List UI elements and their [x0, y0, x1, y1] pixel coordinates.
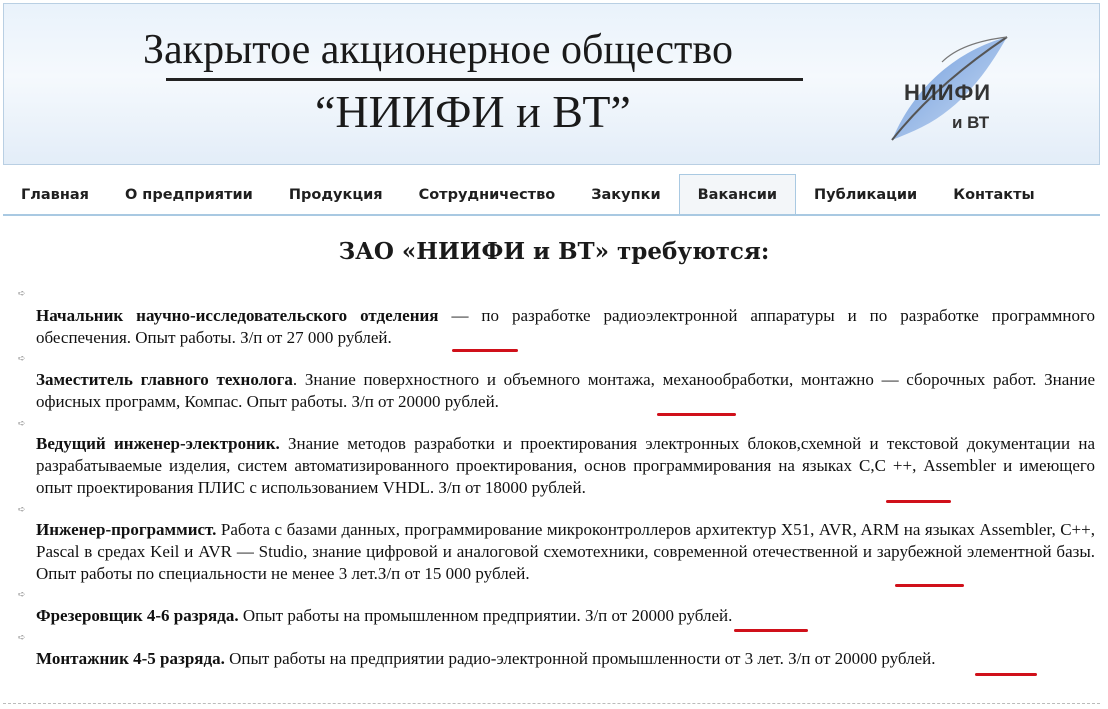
banner-divider: [166, 78, 803, 81]
banner-title-line2: “НИИФИ и ВТ”: [315, 86, 631, 137]
vacancy-title: Монтажник 4-5 разряда.: [36, 649, 225, 668]
salary-highlight: [975, 673, 1037, 676]
nav-item-about[interactable]: О предприятии: [107, 176, 271, 214]
logo-text-main: НИИФИ: [904, 80, 992, 105]
salary-highlight: [886, 500, 951, 503]
nav-item-contacts[interactable]: Контакты: [935, 176, 1052, 214]
vacancy-description: Опыт работы на предприятии радио-электро…: [224, 649, 936, 668]
vacancy-item: Фрезеровщик 4-6 разряда. Опыт работы на …: [36, 605, 1095, 627]
vacancy-item: Ведущий инженер-электроник. Знание метод…: [36, 433, 1095, 499]
nav-item-vacancies[interactable]: Вакансии: [678, 174, 797, 214]
vacancy-title: Ведущий инженер-электроник.: [36, 434, 280, 453]
arrow-bullet-icon: ➪: [18, 633, 26, 643]
arrow-bullet-icon: ➪: [18, 419, 26, 429]
salary-highlight: [734, 629, 808, 632]
vacancy-item: Инженер-программист. Работа с базами дан…: [36, 519, 1095, 585]
arrow-bullet-icon: ➪: [18, 590, 26, 600]
vacancy-title: Инженер-программист.: [36, 520, 217, 539]
vacancy-description: Опыт работы на промышленном предприятии.…: [238, 606, 733, 625]
arrow-bullet-icon: ➪: [18, 354, 26, 364]
banner-title-line1: Закрытое акционерное общество: [143, 27, 733, 73]
vacancy-title: Начальник научно-исследовательского отде…: [36, 306, 439, 325]
nav-item-cooperation[interactable]: Сотрудничество: [401, 176, 574, 214]
vacancy-item: Заместитель главного технолога. Знание п…: [36, 369, 1095, 413]
vacancy-title: Заместитель главного технолога: [36, 370, 293, 389]
logo-text-sub: и ВТ: [952, 113, 990, 132]
nav-item-products[interactable]: Продукция: [271, 176, 401, 214]
page-bottom-border: [3, 703, 1100, 704]
salary-highlight: [895, 584, 964, 587]
nav-item-publications[interactable]: Публикации: [796, 176, 935, 214]
vacancy-title: Фрезеровщик 4-6 разряда.: [36, 606, 239, 625]
arrow-bullet-icon: ➪: [18, 505, 26, 515]
vacancy-item: Монтажник 4-5 разряда. Опыт работы на пр…: [36, 648, 1095, 670]
salary-highlight: [657, 413, 736, 416]
salary-highlight: [452, 349, 518, 352]
page-title: ЗАО «НИИФИ и ВТ» требуются:: [338, 238, 770, 265]
nav-item-purchases[interactable]: Закупки: [573, 176, 678, 214]
nav-item-home[interactable]: Главная: [3, 176, 107, 214]
arrow-bullet-icon: ➪: [18, 289, 26, 299]
vacancy-item: Начальник научно-исследовательского отде…: [36, 305, 1095, 349]
main-nav: Главная О предприятии Продукция Сотрудни…: [3, 174, 1100, 216]
